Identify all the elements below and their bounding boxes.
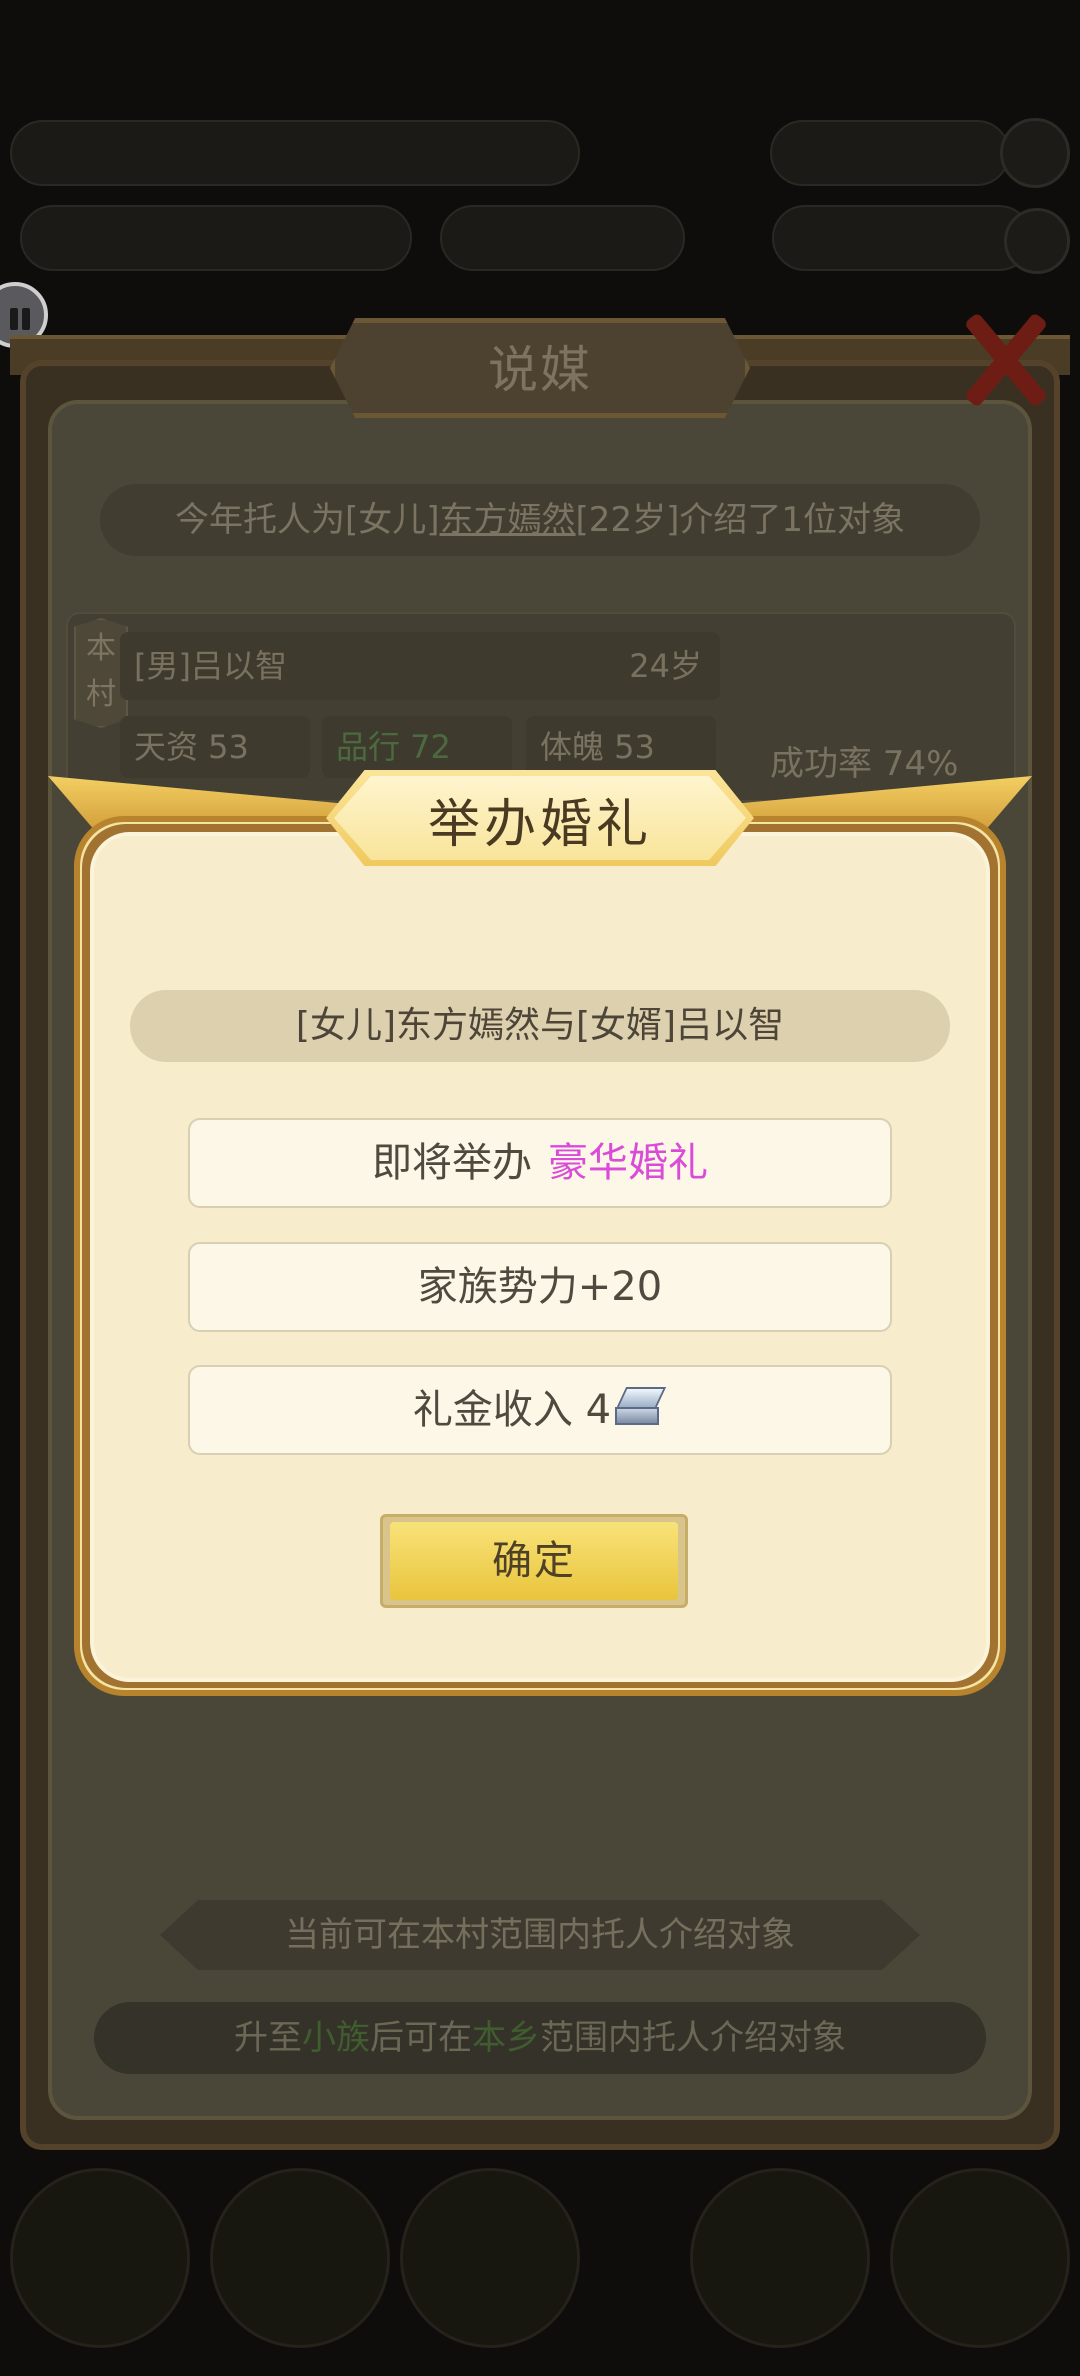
hud-currency-bar — [770, 120, 1010, 186]
hud-resource-bar — [10, 120, 580, 186]
nav-button-5[interactable] — [890, 2168, 1070, 2348]
bottom-nav — [0, 2150, 1080, 2376]
add-icon[interactable] — [1004, 208, 1070, 274]
wedding-type: 豪华婚礼 — [548, 1140, 708, 1186]
nav-button-2[interactable] — [210, 2168, 390, 2348]
hud-info-right — [772, 205, 1032, 271]
hint-highlight-town: 本乡 — [472, 2018, 540, 2058]
wedding-type-box: 即将举办 豪华婚礼 — [188, 1118, 892, 1208]
hint-text-1: 升至 — [234, 2018, 302, 2058]
hint-text-2: 后可在 — [370, 2018, 472, 2058]
hud-info-mid — [440, 205, 685, 271]
gift-money-text: 礼金收入 4 — [412, 1387, 612, 1433]
candidate-stat-morality: 品行 72 — [322, 716, 512, 778]
silver-ingot-icon — [613, 1387, 667, 1427]
candidate-age: 24岁 — [629, 647, 702, 685]
couple-names: [女儿]东方嫣然与[女婿]吕以智 — [130, 990, 950, 1062]
candidate-stat-aptitude: 天资 53 — [120, 716, 310, 778]
candidate-name: [男]吕以智 — [134, 647, 287, 685]
matchmaking-info-bar: 今年托人为[女儿]东方嫣然[22岁]介绍了1位对象 — [100, 484, 980, 556]
confirm-button[interactable]: 确定 — [390, 1522, 678, 1600]
info-prefix: 今年托人为[女儿] — [175, 500, 440, 540]
candidate-stat-physique: 体魄 53 — [526, 716, 716, 778]
hint-banner: 当前可在本村范围内托人介绍对象 — [160, 1900, 920, 1970]
hint-highlight-clan: 小族 — [302, 2018, 370, 2058]
candidate-success-rate: 成功率 74% — [770, 744, 959, 784]
modal-title: 举办婚礼 — [427, 795, 652, 855]
nav-button-1[interactable] — [10, 2168, 190, 2348]
upgrade-hint-bar: 升至小族后可在本乡范围内托人介绍对象 — [94, 2002, 986, 2074]
nav-button-3[interactable] — [400, 2168, 580, 2348]
gift-money-box: 礼金收入 4 — [188, 1365, 892, 1455]
game-screen: 说媒 今年托人为[女儿]东方嫣然[22岁]介绍了1位对象 本村 [男]吕以智 2… — [0, 0, 1080, 2376]
info-name[interactable]: 东方嫣然 — [440, 500, 576, 540]
close-icon[interactable] — [955, 305, 1055, 415]
wedding-prefix: 即将举办 — [372, 1140, 532, 1186]
influence-box: 家族势力+20 — [188, 1242, 892, 1332]
panel-title: 说媒 — [488, 341, 592, 399]
info-suffix: [22岁]介绍了1位对象 — [575, 500, 905, 540]
candidate-name-bar: [男]吕以智 24岁 — [120, 632, 720, 700]
help-icon[interactable] — [1000, 118, 1070, 188]
hud-info-left — [20, 205, 412, 271]
hint-text-3: 范围内托人介绍对象 — [540, 2018, 846, 2058]
nav-button-4[interactable] — [690, 2168, 870, 2348]
